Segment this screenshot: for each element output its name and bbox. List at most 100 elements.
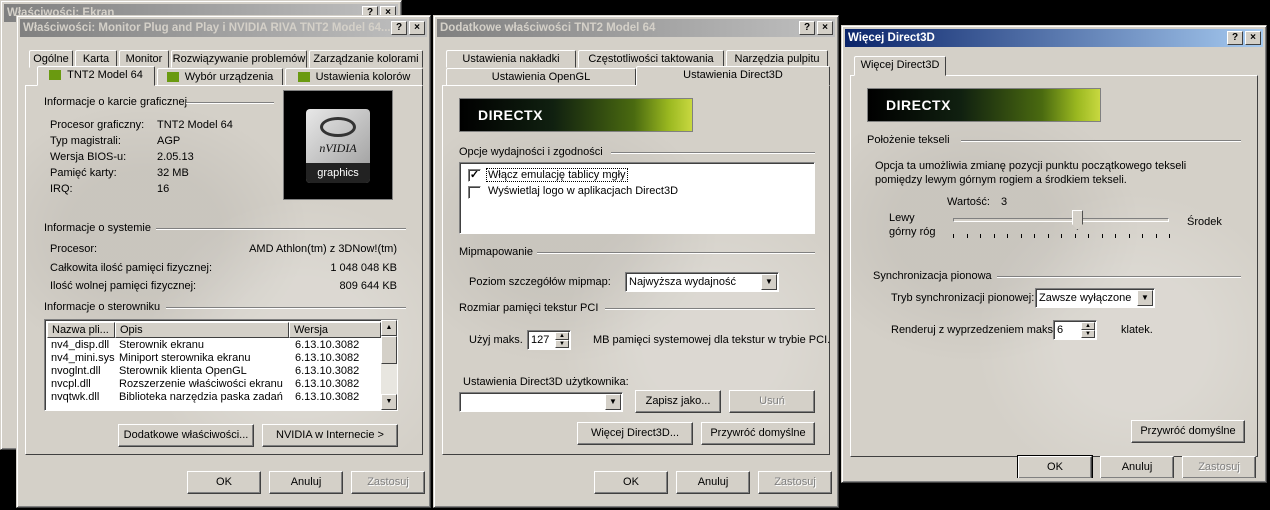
title-bar-additional[interactable]: Dodatkowe właściwości TNT2 Model 64 ? ×	[437, 19, 835, 37]
nvidia-icon	[297, 72, 310, 83]
slider-tick	[953, 234, 954, 238]
cell-version: 6.13.10.3082	[295, 365, 360, 377]
nvidia-icon	[49, 70, 62, 81]
close-icon[interactable]: ×	[409, 21, 425, 35]
table-row[interactable]: nvcpl.dll Rozszerzenie właściwości ekranu…	[51, 378, 381, 391]
delete-button[interactable]: Usuń	[729, 390, 815, 413]
down-icon[interactable]: ▼	[555, 340, 569, 348]
more-direct3d-button[interactable]: Więcej Direct3D...	[577, 422, 693, 445]
slider-thumb[interactable]	[1071, 210, 1083, 230]
tab-more-direct3d[interactable]: Więcej Direct3D	[854, 56, 946, 76]
checkbox-fog-table[interactable]: ✓	[468, 169, 481, 182]
ok-button[interactable]: OK	[1017, 455, 1093, 478]
help-icon[interactable]: ?	[1227, 31, 1243, 45]
divider	[537, 252, 815, 254]
cell-filename: nvqtwk.dll	[51, 391, 100, 403]
driver-list[interactable]: Nazwa pli... Opis Wersja nv4_disp.dll Ste…	[44, 319, 398, 411]
apply-label: Zastosuj	[367, 476, 409, 488]
title-bar-monitor[interactable]: Właściwości: Monitor Plug and Play i NVI…	[20, 19, 427, 37]
close-icon[interactable]: ×	[817, 21, 833, 35]
label-prerender: Renderuj z wyprzedzeniem maks.	[891, 324, 1057, 336]
value-gpu: TNT2 Model 64	[157, 119, 233, 131]
table-row[interactable]: nvoglnt.dll Sterownik klienta OpenGL 6.13.…	[51, 365, 381, 378]
restore-defaults-button[interactable]: Przywróć domyślne	[1131, 420, 1245, 443]
prerender-value: 6	[1057, 324, 1064, 336]
nvidia-icon	[166, 72, 179, 83]
label-gpu: Procesor graficzny:	[50, 119, 145, 131]
label-vsync-mode: Tryb synchronizacji pionowej:	[891, 292, 1035, 304]
scroll-up-icon[interactable]: ▲	[381, 320, 397, 336]
options-list[interactable]: ✓ Włącz emulację tablicy mgły Wyświetlaj…	[459, 162, 815, 234]
nvidia-web-button[interactable]: NVIDIA w Internecie >	[262, 424, 398, 447]
label-fog-table[interactable]: Włącz emulację tablicy mgły	[486, 168, 628, 182]
table-row[interactable]: nv4_disp.dll Sterownik ekranu 6.13.10.3082	[51, 339, 381, 352]
table-row[interactable]: nvqtwk.dll Biblioteka narzędzia paska zad…	[51, 391, 381, 404]
slider-track	[953, 218, 1169, 222]
directx-logo: DIRECTX	[867, 88, 1101, 122]
tab-pane: DIRECTX Opcje wydajności i zgodności ✓ W…	[442, 85, 830, 455]
prerender-stepper[interactable]: 6 ▲ ▼	[1053, 320, 1097, 340]
pci-memory-stepper[interactable]: 127 ▲ ▼	[527, 330, 571, 350]
label-frames: klatek.	[1121, 324, 1153, 336]
tab-color-management[interactable]: Zarządzanie kolorami	[309, 50, 423, 68]
help-icon[interactable]: ?	[799, 21, 815, 35]
more-properties-button[interactable]: Dodatkowe właściwości...	[118, 424, 254, 447]
slider-tick	[1169, 234, 1170, 238]
divider	[186, 102, 274, 104]
tab-opengl[interactable]: Ustawienia OpenGL	[446, 68, 636, 86]
stepper[interactable]: ▲ ▼	[555, 332, 569, 348]
tab-tnt2[interactable]: TNT2 Model 64	[37, 66, 155, 86]
label-show-logo[interactable]: Wyświetlaj logo w aplikacjach Direct3D	[488, 185, 678, 197]
stepper[interactable]: ▲ ▼	[1081, 322, 1095, 338]
tab-device-select[interactable]: Wybór urządzenia	[157, 68, 283, 86]
checkbox-show-logo[interactable]	[468, 186, 481, 199]
column-version[interactable]: Wersja	[289, 322, 381, 338]
cell-description: Biblioteka narzędzia paska zadań	[119, 391, 283, 403]
mipmap-value: Najwyższa wydajność	[629, 276, 736, 288]
user-settings-select[interactable]: ▼	[459, 392, 623, 412]
slider-tick	[966, 234, 968, 238]
scroll-down-icon[interactable]: ▼	[381, 394, 397, 410]
slider-tick	[993, 234, 995, 238]
restore-defaults-button[interactable]: Przywróć domyślne	[701, 422, 815, 445]
chevron-down-icon[interactable]: ▼	[761, 274, 777, 290]
help-icon[interactable]: ?	[391, 21, 407, 35]
ok-button[interactable]: OK	[187, 471, 261, 494]
up-icon[interactable]: ▲	[1081, 322, 1095, 330]
apply-button[interactable]: Zastosuj	[1182, 456, 1256, 478]
tab-color-settings[interactable]: Ustawienia kolorów	[285, 68, 423, 86]
slider-tick	[1101, 234, 1103, 238]
up-icon[interactable]: ▲	[555, 332, 569, 340]
cancel-button[interactable]: Anuluj	[269, 471, 343, 494]
label-pci-suffix: MB pamięci systemowej dla tekstur w tryb…	[593, 334, 831, 346]
cell-description: Sterownik ekranu	[119, 339, 204, 351]
chevron-down-icon[interactable]: ▼	[1137, 290, 1153, 306]
vsync-select[interactable]: Zawsze wyłączone ▼	[1035, 288, 1155, 308]
cancel-button[interactable]: Anuluj	[676, 471, 750, 494]
tab-overlay[interactable]: Ustawienia nakładki	[446, 50, 576, 68]
cell-version: 6.13.10.3082	[295, 339, 360, 351]
group-label-mipmap: Mipmapowanie	[459, 246, 533, 258]
chevron-down-icon[interactable]: ▼	[605, 394, 621, 410]
ok-button[interactable]: OK	[594, 471, 668, 494]
tab-troubleshoot[interactable]: Rozwiązywanie problemów	[171, 50, 307, 68]
tab-direct3d[interactable]: Ustawienia Direct3D	[636, 66, 830, 86]
apply-label: Zastosuj	[1198, 461, 1240, 473]
close-icon[interactable]: ×	[1245, 31, 1261, 45]
cell-version: 6.13.10.3082	[295, 352, 360, 364]
column-filename[interactable]: Nazwa pli...	[47, 322, 115, 338]
down-icon[interactable]: ▼	[1081, 330, 1095, 338]
cancel-button[interactable]: Anuluj	[1100, 456, 1174, 478]
column-description[interactable]: Opis	[115, 322, 289, 338]
apply-button[interactable]: Zastosuj	[758, 471, 832, 494]
apply-button[interactable]: Zastosuj	[351, 471, 425, 494]
divider	[166, 307, 406, 309]
divider	[156, 228, 406, 230]
save-as-button[interactable]: Zapisz jako...	[635, 390, 721, 413]
texel-slider[interactable]	[949, 208, 1173, 248]
table-row[interactable]: nv4_mini.sys Miniport sterownika ekranu 6.…	[51, 352, 381, 365]
scroll-thumb[interactable]	[381, 336, 397, 364]
title-bar-more-direct3d[interactable]: Więcej Direct3D ? ×	[845, 29, 1263, 47]
mipmap-select[interactable]: Najwyższa wydajność ▼	[625, 272, 779, 292]
scrollbar[interactable]: ▲ ▼	[381, 320, 397, 410]
